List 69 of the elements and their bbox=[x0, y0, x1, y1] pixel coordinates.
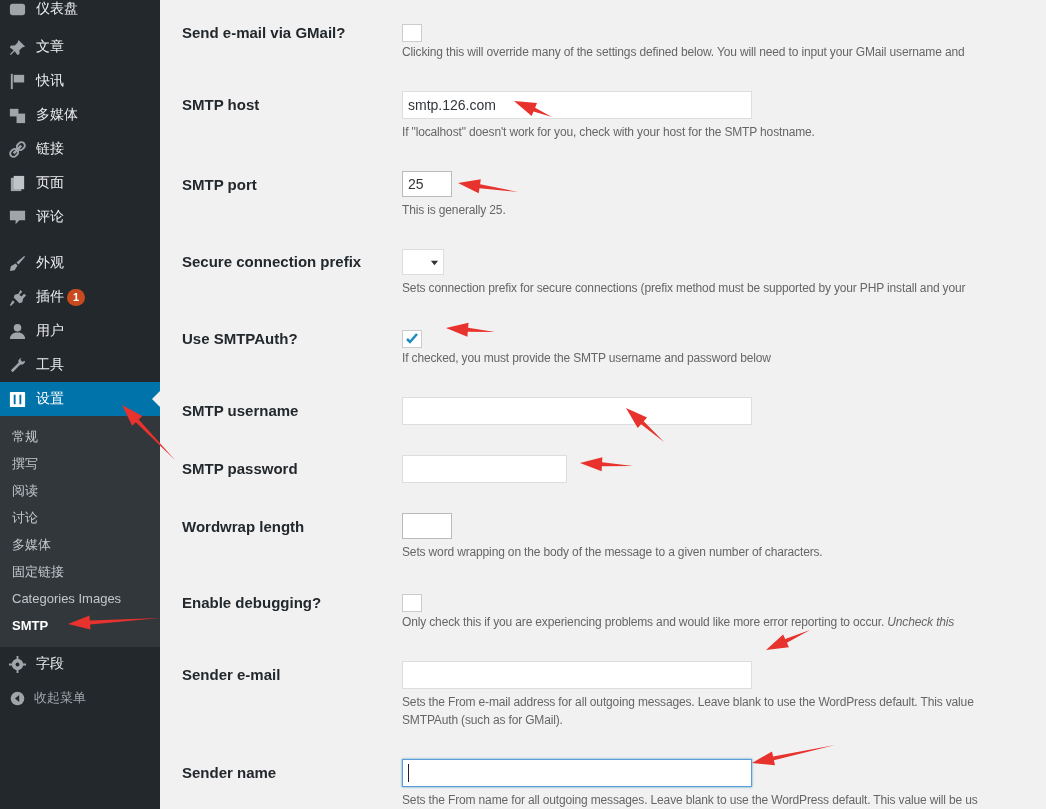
submenu-item[interactable]: 撰写 bbox=[0, 450, 160, 477]
annotation-arrow bbox=[446, 322, 495, 337]
menu-item[interactable]: 插件 1 bbox=[0, 280, 160, 314]
submenu-item[interactable]: 多媒体 bbox=[0, 531, 160, 558]
menu-item[interactable]: 设置 bbox=[0, 382, 160, 416]
field-label: SMTP port bbox=[182, 175, 258, 195]
checkbox[interactable] bbox=[402, 594, 422, 612]
menu-item[interactable]: 仪表盘 bbox=[0, 0, 160, 26]
field-label: Wordwrap length bbox=[182, 517, 306, 537]
field-label: Send e-mail via GMail? bbox=[182, 23, 347, 43]
field-label: SMTP password bbox=[182, 459, 299, 479]
page-icon bbox=[8, 173, 27, 193]
help-text: Sets connection prefix for secure connections (prefix method must be supported by your PHP install and your bbox=[402, 280, 966, 297]
menu-item[interactable]: 页面 bbox=[0, 166, 160, 200]
menu-item[interactable]: 评论 bbox=[0, 200, 160, 234]
submenu-item[interactable]: SMTP bbox=[0, 612, 160, 639]
field-label: Sender name bbox=[182, 763, 278, 783]
help-text: If "localhost" doesn't work for you, check with your host for the SMTP hostname. bbox=[402, 124, 815, 141]
annotation-arrow bbox=[458, 179, 518, 194]
text-field[interactable] bbox=[402, 513, 452, 539]
field-label: Use SMTPAuth? bbox=[182, 329, 299, 349]
menu-item[interactable]: 字段 bbox=[0, 647, 160, 681]
menu-item[interactable]: 文章 bbox=[0, 30, 160, 64]
help-text: SMTPAuth (such as for GMail). bbox=[402, 712, 563, 729]
field-label: SMTP username bbox=[182, 401, 300, 421]
field-label: Sender e-mail bbox=[182, 665, 282, 685]
menu-item[interactable]: 用户 bbox=[0, 314, 160, 348]
link-icon bbox=[8, 139, 27, 159]
menu-item[interactable]: 外观 bbox=[0, 246, 160, 280]
help-text: Sets the From e-mail address for all outgoing messages. Leave blank to use the WordPress default. This value bbox=[402, 694, 974, 711]
brush-icon bbox=[8, 253, 27, 273]
annotation-arrow bbox=[122, 405, 175, 460]
person-icon bbox=[8, 321, 27, 341]
field-label: Enable debugging? bbox=[182, 593, 323, 613]
help-text: If checked, you must provide the SMTP username and password below bbox=[402, 350, 771, 367]
checkbox[interactable] bbox=[402, 24, 422, 42]
current-pointer-icon bbox=[152, 391, 160, 407]
checkbox[interactable] bbox=[402, 330, 422, 348]
text-field[interactable]: 25 bbox=[402, 171, 452, 197]
submenu-item[interactable]: 固定链接 bbox=[0, 558, 160, 585]
help-text: Clicking this will override many of the settings defined below. You will need to input your GMail username and bbox=[402, 44, 965, 61]
notification-badge: 1 bbox=[67, 288, 86, 306]
submenu-item[interactable]: 讨论 bbox=[0, 504, 160, 531]
flag-icon bbox=[8, 71, 27, 91]
submenu-item[interactable]: 阅读 bbox=[0, 477, 160, 504]
submenu-item[interactable]: Categories Images bbox=[0, 585, 160, 612]
text-field[interactable]: smtp.126.com bbox=[402, 91, 752, 119]
plug-icon bbox=[8, 287, 27, 307]
help-text: This is generally 25. bbox=[402, 202, 506, 219]
annotation-arrow bbox=[766, 630, 810, 650]
pin-icon bbox=[8, 37, 27, 57]
text-field[interactable] bbox=[402, 759, 752, 787]
menu-item[interactable]: 多媒体 bbox=[0, 98, 160, 132]
collapse-menu-button[interactable]: 收起菜单 bbox=[0, 681, 160, 715]
wrench-icon bbox=[8, 355, 27, 375]
collapse-icon bbox=[9, 689, 26, 707]
help-text: Only check this if you are experiencing problems and would like more error reporting to occur. Uncheck this bbox=[402, 614, 955, 631]
annotation-arrow bbox=[626, 408, 664, 442]
dropdown[interactable] bbox=[402, 249, 444, 275]
submenu-item[interactable]: 常规 bbox=[0, 423, 160, 450]
gear-icon bbox=[8, 654, 27, 674]
menu-item[interactable]: 快讯 bbox=[0, 64, 160, 98]
help-text: Sets word wrapping on the body of the message to a given number of characters. bbox=[402, 544, 823, 561]
help-text: Sets the From name for all outgoing messages. Leave blank to use the WordPress default. This value will be us bbox=[402, 792, 978, 809]
menu-item[interactable]: 工具 bbox=[0, 348, 160, 382]
annotation-arrow bbox=[514, 101, 552, 117]
field-label: Secure connection prefix bbox=[182, 252, 363, 272]
field-label: SMTP host bbox=[182, 95, 261, 115]
menu-item[interactable]: 链接 bbox=[0, 132, 160, 166]
